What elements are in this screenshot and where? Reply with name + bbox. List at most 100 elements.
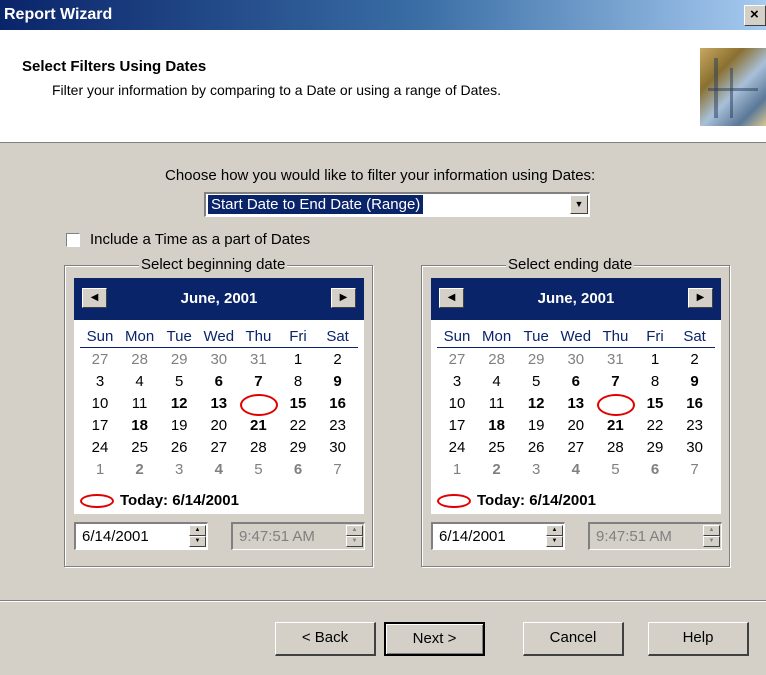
day-cell[interactable]: 12 [516,394,556,414]
day-cell[interactable]: 24 [80,438,120,458]
day-cell[interactable]: 3 [516,460,556,480]
day-cell[interactable]: 25 [120,438,160,458]
day-cell[interactable]: 11 [120,394,160,414]
day-cell[interactable]: 30 [199,350,239,370]
day-cell[interactable]: 27 [437,350,477,370]
close-button[interactable]: × [744,5,766,26]
day-cell[interactable]: 2 [318,350,358,370]
cancel-button[interactable]: Cancel [523,622,624,656]
day-cell[interactable]: 23 [675,416,715,436]
day-cell[interactable]: 1 [80,460,120,480]
day-cell[interactable]: 31 [238,350,278,370]
day-cell[interactable]: 16 [318,394,358,414]
end-next-month-button[interactable]: ▶ [688,288,713,308]
begin-date-spinner[interactable]: ▲ ▼ [189,525,206,548]
day-cell[interactable]: 19 [516,416,556,436]
spin-down-icon[interactable]: ▼ [546,536,563,547]
day-cell[interactable]: 3 [159,460,199,480]
day-cell[interactable]: 6 [278,460,318,480]
day-cell[interactable]: 5 [238,460,278,480]
day-cell[interactable]: 17 [437,416,477,436]
day-cell[interactable]: 9 [318,372,358,392]
day-cell[interactable]: 28 [120,350,160,370]
day-cell[interactable]: 28 [238,438,278,458]
day-cell[interactable]: 8 [635,372,675,392]
day-cell[interactable]: 10 [437,394,477,414]
day-cell[interactable]: 7 [238,372,278,392]
day-cell[interactable]: 8 [278,372,318,392]
day-cell[interactable]: 22 [278,416,318,436]
day-cell[interactable]: 29 [159,350,199,370]
day-cell[interactable]: 21 [238,416,278,436]
end-date-input[interactable]: 6/14/2001 ▲ ▼ [431,522,565,550]
day-cell[interactable]: 20 [199,416,239,436]
day-cell[interactable]: 26 [159,438,199,458]
end-date-spinner[interactable]: ▲ ▼ [546,525,563,548]
day-cell[interactable]: 27 [199,438,239,458]
day-cell[interactable]: 11 [477,394,517,414]
begin-next-month-button[interactable]: ▶ [331,288,356,308]
day-cell[interactable]: 18 [120,416,160,436]
day-cell[interactable]: 25 [477,438,517,458]
begin-today-link[interactable]: Today: 6/14/2001 [80,490,364,514]
day-cell[interactable]: 30 [318,438,358,458]
day-cell[interactable]: 3 [437,372,477,392]
dropdown-arrow-icon[interactable]: ▼ [570,195,588,214]
day-cell[interactable]: 30 [556,350,596,370]
day-cell[interactable]: 27 [80,350,120,370]
day-cell[interactable]: 7 [318,460,358,480]
day-cell[interactable]: 1 [635,350,675,370]
day-cell[interactable]: 5 [595,460,635,480]
day-cell[interactable]: 4 [120,372,160,392]
day-cell[interactable]: 1 [278,350,318,370]
next-button[interactable]: Next > [384,622,485,656]
day-cell[interactable]: 9 [675,372,715,392]
day-cell[interactable]: 13 [199,394,239,414]
day-cell[interactable]: 31 [595,350,635,370]
include-time-checkbox[interactable] [66,233,80,247]
day-cell[interactable]: 13 [556,394,596,414]
day-cell[interactable]: 5 [516,372,556,392]
selected-day-cell[interactable]: 14 [595,394,636,416]
spin-up-icon[interactable]: ▲ [546,525,563,536]
day-cell[interactable]: 23 [318,416,358,436]
day-cell[interactable]: 20 [556,416,596,436]
day-cell[interactable]: 22 [635,416,675,436]
day-cell[interactable]: 17 [80,416,120,436]
day-cell[interactable]: 12 [159,394,199,414]
day-cell[interactable]: 2 [120,460,160,480]
day-cell[interactable]: 28 [477,350,517,370]
day-cell[interactable]: 1 [437,460,477,480]
day-cell[interactable]: 29 [278,438,318,458]
spin-up-icon[interactable]: ▲ [189,525,206,536]
day-cell[interactable]: 29 [516,350,556,370]
day-cell[interactable]: 4 [477,372,517,392]
begin-date-input[interactable]: 6/14/2001 ▲ ▼ [74,522,208,550]
day-cell[interactable]: 29 [635,438,675,458]
day-cell[interactable]: 7 [595,372,635,392]
day-cell[interactable]: 6 [556,372,596,392]
day-cell[interactable]: 4 [556,460,596,480]
day-cell[interactable]: 15 [278,394,318,414]
day-cell[interactable]: 26 [516,438,556,458]
day-cell[interactable]: 2 [675,350,715,370]
selected-day-cell[interactable]: 14 [238,394,279,416]
day-cell[interactable]: 19 [159,416,199,436]
day-cell[interactable]: 6 [199,372,239,392]
day-cell[interactable]: 10 [80,394,120,414]
day-cell[interactable]: 21 [595,416,635,436]
back-button[interactable]: < Back [275,622,376,656]
day-cell[interactable]: 15 [635,394,675,414]
day-cell[interactable]: 3 [80,372,120,392]
day-cell[interactable]: 27 [556,438,596,458]
filter-type-dropdown[interactable]: Start Date to End Date (Range) ▼ [204,192,590,217]
day-cell[interactable]: 16 [675,394,715,414]
day-cell[interactable]: 28 [595,438,635,458]
help-button[interactable]: Help [648,622,749,656]
day-cell[interactable]: 24 [437,438,477,458]
day-cell[interactable]: 18 [477,416,517,436]
day-cell[interactable]: 6 [635,460,675,480]
day-cell[interactable]: 5 [159,372,199,392]
day-cell[interactable]: 4 [199,460,239,480]
end-today-link[interactable]: Today: 6/14/2001 [437,490,721,514]
